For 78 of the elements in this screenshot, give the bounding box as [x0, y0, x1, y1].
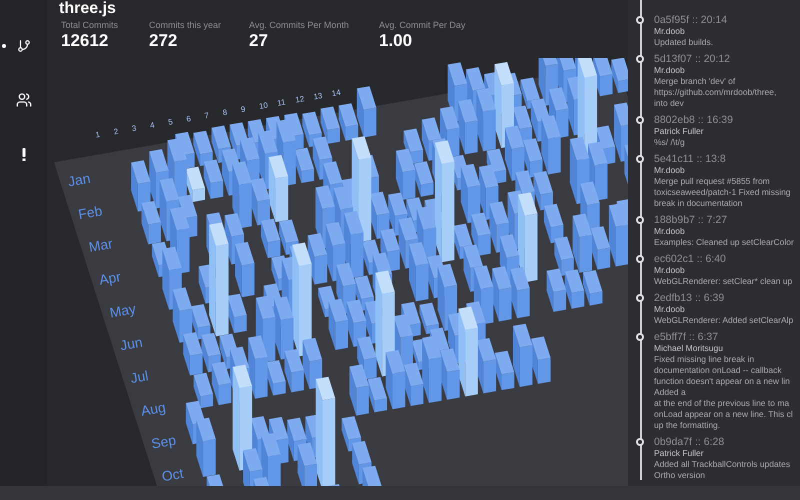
month-label: May [108, 300, 137, 321]
commit-message-line: break in documentation [654, 198, 744, 209]
commit-time: :: 16:39 [698, 114, 733, 126]
commit-message-line: up the formatting. [654, 420, 722, 431]
month-label: Jul [129, 367, 150, 386]
commit-author: Mr.doob [654, 26, 686, 37]
timeline-node [636, 438, 644, 446]
commit-message-line: Ortho version [654, 470, 706, 481]
timeline-node [636, 333, 644, 341]
commit-message-line: documentation onLoad -- callback [654, 365, 783, 376]
commit-hash[interactable]: ec602c1 [654, 253, 694, 265]
timeline-node [636, 294, 644, 302]
branch-icon[interactable] [16, 39, 30, 53]
commit-time: :: 7:27 [698, 214, 728, 226]
commit-author: Mr.doob [654, 265, 686, 276]
commit-time: :: 6:40 [696, 253, 726, 265]
commit-message-line: WebGLRenderer: Added setClearAlp [654, 315, 794, 326]
commit-hash[interactable]: 0b9da7f [654, 436, 692, 448]
commit-message-line: WebGLRenderer: setClear* clean up [654, 276, 794, 287]
commit-message-line: Examples: Cleaned up setClearColor [654, 237, 795, 248]
stat-label: Total Commits [61, 20, 120, 31]
commit-time: :: 6:37 [688, 331, 718, 343]
commit-message-line: Added all TrackballControls updates [654, 459, 792, 470]
month-label: Sep [150, 432, 178, 452]
commit-time: :: 13:8 [696, 153, 726, 165]
commit-message-line: %s/ /\t/g [654, 137, 686, 148]
stat-value: 1.00 [379, 31, 414, 51]
timeline-node [636, 16, 644, 24]
commit-author: Mr.doob [654, 226, 686, 237]
commit-author: Michael Moritsugu [654, 343, 724, 354]
commit-hash[interactable]: 0a5f95f [654, 14, 690, 26]
stat-value: 272 [149, 31, 178, 51]
stat-label: Avg. Commits Per Month [249, 20, 350, 31]
commit-hash[interactable]: 8802eb8 [654, 114, 695, 126]
commit-hash[interactable]: 188b9b7 [654, 214, 695, 226]
month-label: Aug [140, 398, 167, 419]
timeline-node [636, 155, 644, 163]
month-label: Mar [88, 235, 114, 255]
month-label: Apr [98, 268, 122, 288]
month-label: Jun [118, 334, 144, 354]
commit-message-line: function doesn't appear on a new lin [654, 376, 791, 387]
commit-message-line: at the end of the previous line to ma [654, 398, 790, 409]
timeline-node [636, 116, 644, 124]
commit-message-line: https://github.com/mrdoob/three, [654, 87, 778, 98]
commit-message-line: Merge branch 'dev' of [654, 76, 736, 87]
commit-message-line: Fixed missing line break in [654, 354, 756, 365]
stat-value: 27 [249, 31, 269, 51]
month-label: Feb [77, 202, 104, 222]
commit-time: :: 20:12 [694, 53, 730, 65]
stat-value: 12612 [61, 31, 110, 51]
commit-author: Mr.doob [654, 304, 686, 315]
commit-message-line: Added a [654, 387, 687, 398]
commit-message-line: onLoad appear on a new line. This cl [654, 409, 794, 420]
commit-hash[interactable]: 2edfb13 [654, 292, 692, 304]
commit-message-line: into dev [654, 98, 685, 109]
timeline-node [636, 55, 644, 63]
commit-hash[interactable]: e5bff7f [654, 331, 686, 343]
stat-label: Avg. Commit Per Day [379, 20, 466, 31]
commit-author: Patrick Fuller [654, 126, 705, 137]
commit-hash[interactable]: 5d13f07 [654, 53, 692, 65]
month-label: Oct [160, 464, 185, 484]
timeline-node [636, 255, 644, 263]
timeline-node [636, 216, 644, 224]
alert-icon[interactable] [22, 148, 26, 160]
people-icon[interactable] [16, 92, 32, 108]
commit-message-line: toxicseaweed/patch-1 Fixed missing [654, 187, 792, 198]
commit-author: Mr.doob [654, 65, 686, 76]
stat-label: Commits this year [149, 20, 222, 31]
commit-message-line: Updated builds. [654, 37, 714, 48]
commit-time: :: 20:14 [692, 14, 728, 26]
app-title: three.js [59, 1, 116, 17]
commit-time: :: 6:39 [694, 292, 724, 304]
commit-hash[interactable]: 5e41c11 [654, 153, 694, 165]
commit-time: :: 6:28 [694, 436, 724, 448]
commit-author: Mr.doob [654, 165, 686, 176]
month-label: Jan [66, 170, 92, 190]
commit-message-line: Merge pull request #5855 from [654, 176, 771, 187]
commit-author: Patrick Fuller [654, 448, 705, 459]
